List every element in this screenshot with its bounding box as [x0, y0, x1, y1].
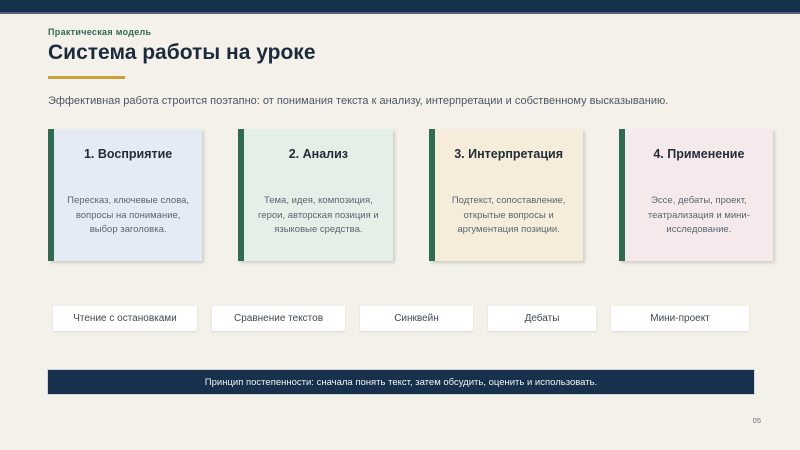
- card-body: Пересказ, ключевые слова, вопросы на пон…: [67, 195, 190, 236]
- card-content: 3. Интерпретация Подтекст, сопоставление…: [435, 129, 583, 261]
- slide-title: Система работы на уроке: [48, 41, 316, 64]
- card-content: 2. Анализ Тема, идея, композиция, герои,…: [244, 129, 392, 261]
- card-content: 4. Применение Эссе, дебаты, проект, теат…: [625, 129, 773, 261]
- card-title: 1. Восприятие: [83, 147, 173, 161]
- stage-card-interpretation: 3. Интерпретация Подтекст, сопоставление…: [428, 129, 583, 261]
- card-body: Подтекст, сопоставление, открытые вопрос…: [451, 195, 566, 236]
- page-number: 05: [752, 416, 761, 425]
- presentation-slide: Практическая модель Система работы на ур…: [0, 0, 800, 450]
- method-pill-mini-project: Мини-проект: [611, 306, 749, 331]
- card-content: 1. Восприятие Пересказ, ключевые слова, …: [54, 129, 202, 261]
- card-title: 4. Применение: [653, 147, 745, 161]
- method-pill-cinquain: Синквейн: [360, 306, 473, 331]
- stage-card-perception: 1. Восприятие Пересказ, ключевые слова, …: [48, 129, 203, 261]
- slide-subtitle: Эффективная работа строится поэтапно: от…: [48, 95, 669, 107]
- kicker-label: Практическая модель: [48, 27, 152, 37]
- card-body: Эссе, дебаты, проект, театрализация и ми…: [647, 195, 750, 236]
- method-pill-text-comparison: Сравнение текстов: [212, 306, 345, 331]
- methods-row: Чтение с остановками Сравнение текстов С…: [53, 306, 749, 331]
- card-body: Тема, идея, композиция, герои, авторская…: [258, 195, 379, 236]
- method-pill-reading-with-stops: Чтение с остановками: [53, 306, 197, 331]
- card-title: 3. Интерпретация: [454, 147, 564, 161]
- principle-banner: Принцип постепенности: сначала понять те…: [47, 369, 755, 395]
- method-pill-debates: Дебаты: [488, 306, 596, 331]
- stage-card-analysis: 2. Анализ Тема, идея, композиция, герои,…: [238, 129, 393, 261]
- stage-card-application: 4. Применение Эссе, дебаты, проект, теат…: [618, 129, 773, 261]
- top-accent-bar: [0, 0, 800, 14]
- title-underline: [48, 76, 125, 79]
- stages-row: 1. Восприятие Пересказ, ключевые слова, …: [48, 129, 773, 261]
- card-title: 2. Анализ: [288, 147, 348, 161]
